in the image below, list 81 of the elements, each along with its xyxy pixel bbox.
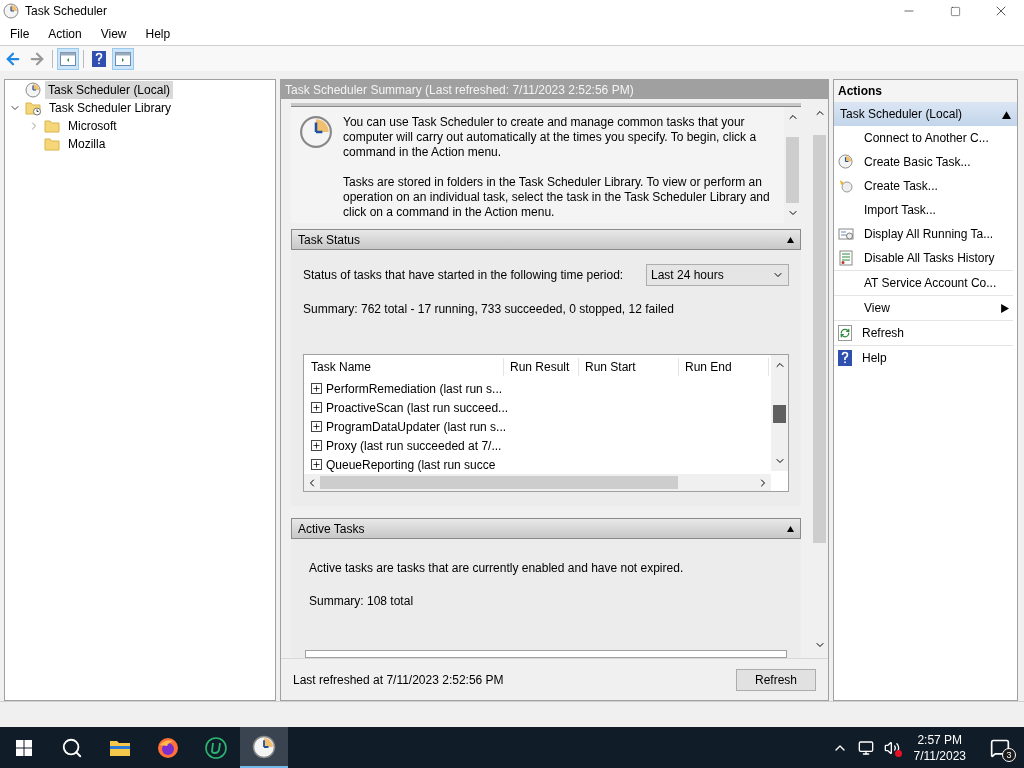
period-dropdown[interactable]: Last 24 hours (646, 264, 789, 287)
scroll-thumb[interactable] (786, 136, 799, 203)
menu-item[interactable]: Action (48, 24, 82, 43)
section-title: Task Status (298, 231, 361, 249)
section-title: Active Tasks (298, 520, 365, 538)
expand-icon[interactable] (311, 383, 322, 395)
task-name-cell-text: PerformRemediation (last run s... (326, 380, 503, 398)
notification-count: 3 (1002, 747, 1016, 762)
document-icon (838, 250, 854, 266)
taskbar-app-button[interactable] (240, 727, 288, 768)
pane-command[interactable]: Connect to Another C... (864, 129, 989, 147)
action-group-header[interactable]: Task Scheduler (Local) (834, 102, 1017, 126)
help-icon (838, 350, 852, 366)
active-tasks-description: Active tasks are tasks that are currently enabled and have not expired. (309, 560, 685, 577)
section-header[interactable]: Task Status (291, 229, 801, 251)
submenu-arrow-icon[interactable] (1000, 303, 1009, 313)
expand-icon[interactable] (311, 459, 322, 471)
pane-command[interactable]: Import Task... (864, 201, 936, 219)
status-summary: Summary: 762 total - 17 running, 733 succeeded, 0 stopped, 12 failed (303, 301, 675, 319)
refresh-button[interactable]: Refresh (736, 668, 816, 691)
clock-icon (838, 154, 853, 169)
menu-item[interactable]: File (10, 24, 30, 43)
taskbar-clock[interactable]: 2:57 PM 7/11/2023 (909, 731, 970, 764)
tree-item[interactable]: Microsoft (65, 117, 120, 135)
intro-paragraph: Tasks are stored in folders in the Task Scheduler Library. To view or perform an operation on an individual task, select the task in the Task Scheduler Library and click on a command in the Action menu. (343, 174, 771, 220)
scroll-thumb[interactable] (773, 405, 786, 424)
pane-command[interactable]: View (864, 299, 890, 317)
collapse-caret-icon[interactable] (1002, 109, 1011, 119)
vertical-scrollbar[interactable] (784, 106, 801, 223)
horizontal-scrollbar[interactable] (304, 474, 771, 492)
refresh-icon (838, 325, 852, 341)
task-name-cell-text: ProgramDataUpdater (last run s... (326, 418, 507, 436)
clock-icon (252, 734, 276, 759)
column-header[interactable]: Run End (679, 358, 769, 377)
app-clock-icon (3, 3, 19, 19)
expand-icon[interactable] (311, 421, 322, 433)
vertical-scrollbar[interactable] (771, 355, 788, 472)
section-header[interactable]: Active Tasks (291, 518, 801, 539)
list-clock-icon (838, 226, 854, 242)
intro-paragraph: You can use Task Scheduler to create and manage common tasks that your computer will carry out automatically at the times you specify. To begin, click a command in the Action menu. (343, 114, 758, 160)
summary-header: Task Scheduler Summary (Last refreshed: 7/11/2023 2:52:56 PM) (281, 80, 828, 99)
pane-command[interactable]: Help (862, 349, 887, 367)
pane-command[interactable]: Refresh (862, 324, 905, 342)
task-clock-icon (838, 178, 854, 194)
task-name-cell-text: Proxy (last run succeeded at 7/... (326, 437, 502, 455)
folder-clock-icon (25, 100, 42, 116)
window-title: Task Scheduler (25, 3, 108, 20)
folder-icon (44, 118, 61, 134)
pane-command[interactable]: Create Task... (864, 177, 938, 195)
expand-icon[interactable] (311, 402, 322, 414)
tree-item[interactable]: Mozilla (65, 135, 109, 153)
tree-item[interactable]: Task Scheduler (Local) (45, 81, 174, 99)
column-header[interactable]: Run Start (579, 358, 679, 377)
pane-command[interactable]: Disable All Tasks History (864, 249, 995, 267)
scroll-thumb[interactable] (813, 135, 826, 543)
folder-icon (44, 136, 61, 152)
muted-speaker-icon[interactable] (883, 739, 900, 756)
column-header[interactable]: Run Result (504, 358, 579, 377)
collapse-caret-icon[interactable] (787, 236, 794, 244)
tree-item[interactable]: Task Scheduler Library (46, 99, 175, 117)
actions-header: Actions (834, 80, 1017, 102)
column-header[interactable]: Task Name (304, 358, 504, 377)
clock-icon (25, 82, 41, 98)
menu-item[interactable]: View (100, 24, 127, 43)
active-summary: Summary: 108 total (309, 593, 415, 610)
scroll-thumb[interactable] (320, 476, 678, 490)
pane-toggle-icon[interactable] (57, 47, 79, 70)
clock-icon (299, 114, 333, 149)
menu-item[interactable]: Help (145, 24, 171, 43)
network-icon[interactable] (857, 739, 874, 756)
pane-command[interactable]: Create Basic Task... (864, 153, 971, 171)
pane-toggle-icon[interactable] (112, 47, 134, 70)
notification-center-icon[interactable] (990, 737, 1010, 758)
period-label: Status of tasks that have started in the following time period: (303, 267, 624, 285)
task-name-cell-text: ProactiveScan (last run succeed... (326, 399, 509, 417)
pane-command[interactable]: AT Service Account Co... (864, 274, 997, 292)
expand-icon[interactable] (311, 440, 322, 452)
task-name-cell-text: QueueReporting (last run succe (326, 456, 496, 474)
collapse-caret-icon[interactable] (787, 525, 794, 533)
pane-command[interactable]: Display All Running Ta... (864, 225, 994, 243)
last-refreshed-text: Last refreshed at 7/11/2023 2:52:56 PM (293, 671, 504, 689)
